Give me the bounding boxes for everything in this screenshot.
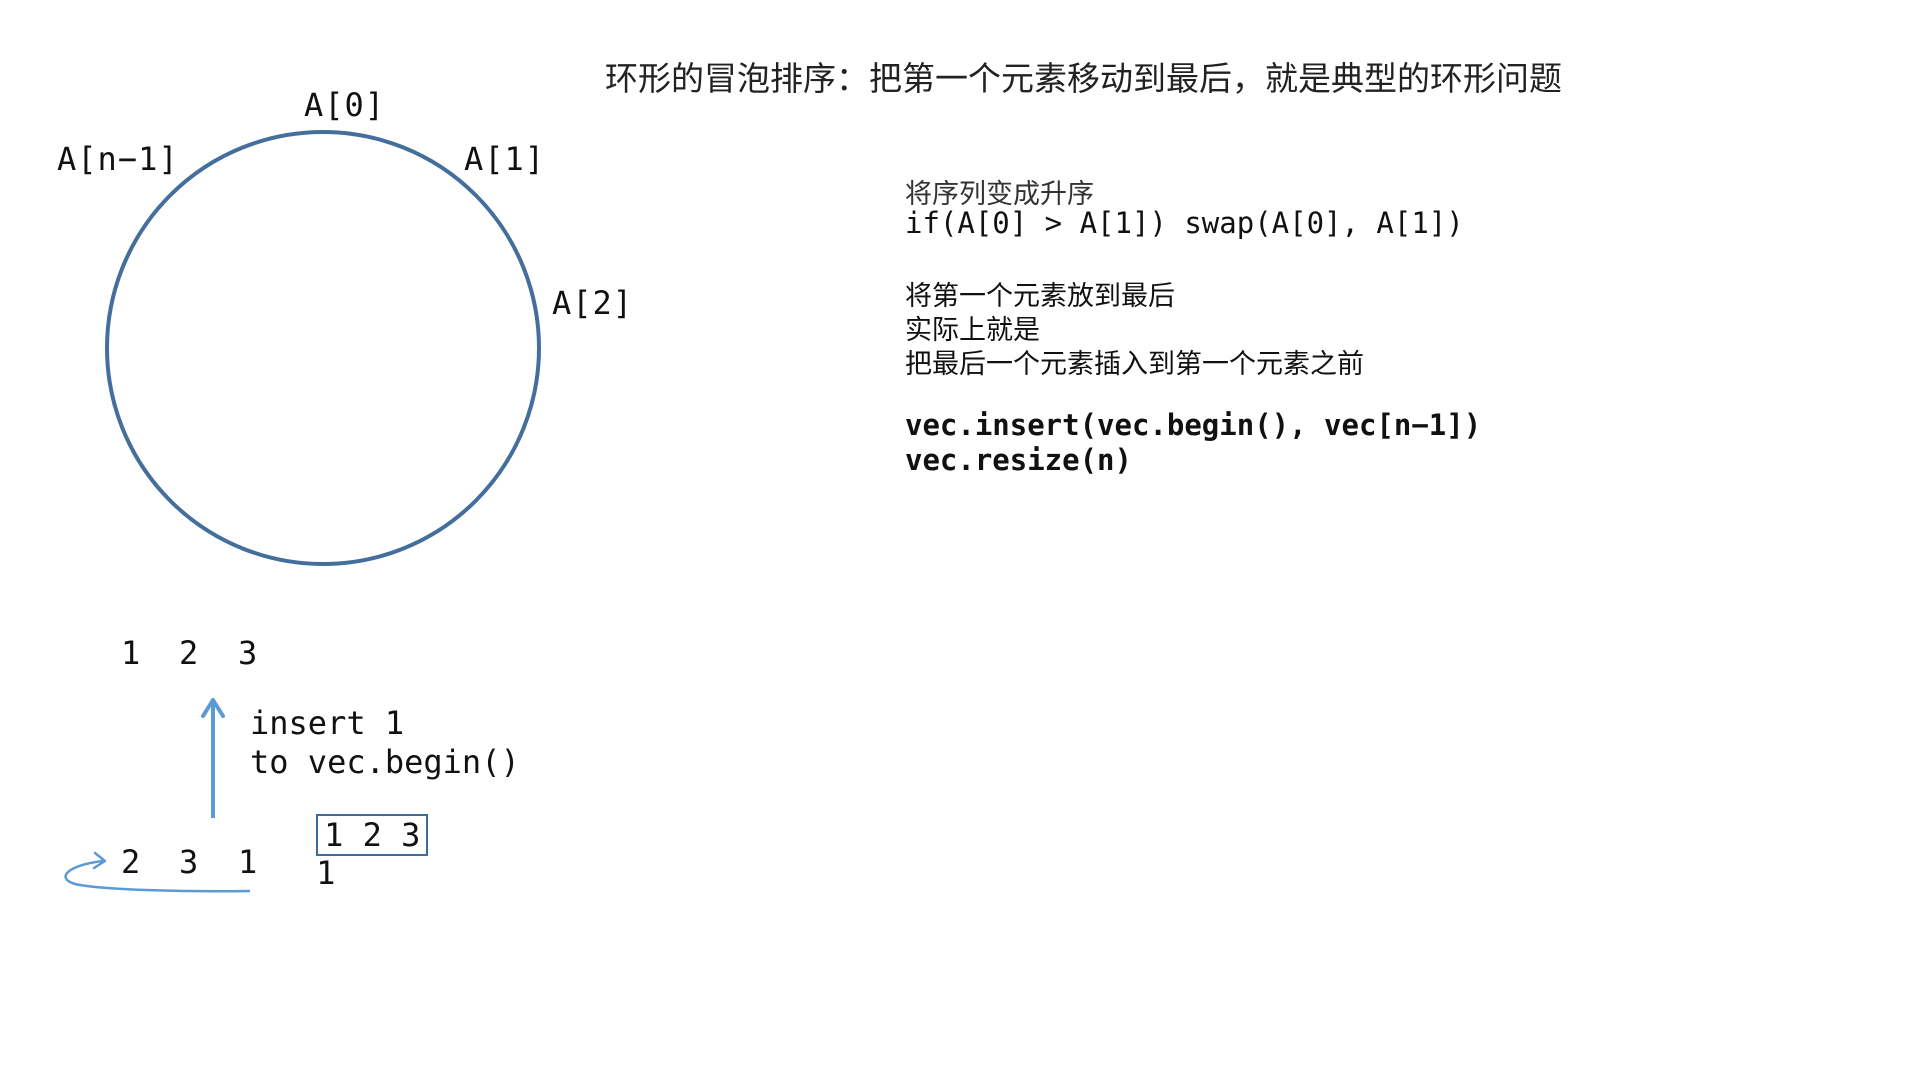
ring-node-a1: A[1] <box>464 140 546 178</box>
top-row-value-1: 1 <box>121 634 141 672</box>
boxed-sequence-row: 1 2 3 1 <box>239 778 429 930</box>
swap-code: if(A[0] > A[1]) swap(A[0], A[1]) <box>905 206 1464 240</box>
bottom-row-value-2: 3 <box>179 843 199 881</box>
resize-code: vec.resize(n) <box>905 443 1132 477</box>
insert-code: vec.insert(vec.begin(), vec[n−1]) <box>905 408 1482 442</box>
boxed-sequence: 1 2 3 <box>316 814 429 856</box>
bottom-row-value-3: 1 <box>238 843 258 881</box>
ring-node-last: A[n−1] <box>57 140 179 178</box>
top-row-value-3: 3 <box>238 634 258 672</box>
trailing-value: 1 <box>316 854 336 892</box>
insert-label-line2: to vec.begin() <box>250 743 520 781</box>
wrap-arrow <box>64 851 251 893</box>
ring-circle <box>105 130 541 566</box>
bottom-row-value-1: 2 <box>121 843 141 881</box>
move-note-line3: 把最后一个元素插入到第一个元素之前 <box>905 349 1364 380</box>
up-arrow <box>201 698 225 818</box>
ring-node-a0: A[0] <box>304 86 386 124</box>
insert-label-line1: insert 1 <box>250 704 405 742</box>
diagram-canvas: 环形的冒泡排序：把第一个元素移动到最后，就是典型的环形问题 A[0] A[1] … <box>0 0 1920 1080</box>
ring-node-a2: A[2] <box>552 284 634 322</box>
top-row-value-2: 2 <box>179 634 199 672</box>
